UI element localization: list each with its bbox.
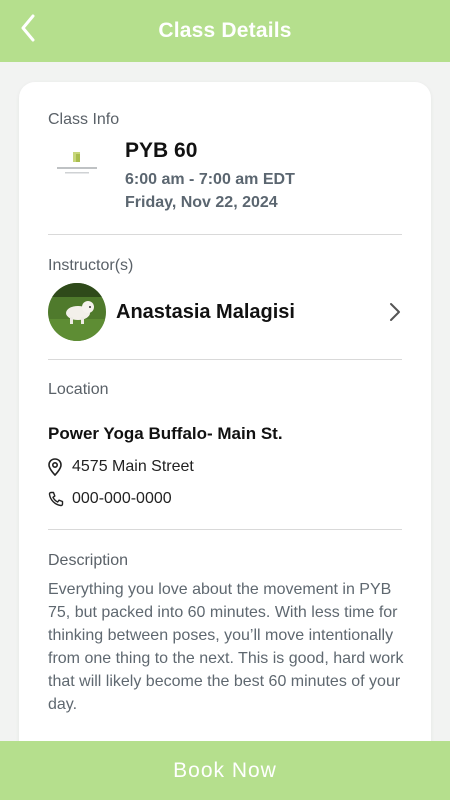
phone-text: 000-000-0000 (72, 490, 172, 507)
divider (48, 359, 402, 360)
class-info-label: Class Info (48, 111, 120, 128)
back-button[interactable] (14, 11, 42, 45)
phone-line[interactable]: 000-000-0000 (48, 490, 172, 508)
instructor-name: Anastasia Malagisi (116, 300, 295, 323)
divider (48, 529, 402, 530)
chevron-left-icon (21, 14, 35, 42)
app-header: Class Details (0, 0, 450, 62)
page-title: Class Details (158, 19, 292, 42)
class-details-card: Class Info PYB 60 6:00 am - 7:00 am EDT … (19, 82, 431, 782)
map-pin-icon (48, 458, 64, 476)
address-line: 4575 Main Street (48, 458, 194, 476)
location-name: Power Yoga Buffalo- Main St. (48, 424, 283, 443)
class-time: 6:00 am - 7:00 am EDT (125, 171, 295, 188)
avatar (48, 283, 106, 341)
description-label: Description (48, 552, 129, 569)
book-now-button[interactable]: Book Now (0, 741, 450, 800)
class-name: PYB 60 (125, 139, 198, 162)
location-label: Location (48, 381, 109, 398)
instructor-row[interactable]: Anastasia Malagisi (48, 282, 404, 342)
divider (48, 234, 402, 235)
power-yoga-logo (57, 152, 97, 174)
book-now-label: Book Now (173, 758, 277, 782)
address-text: 4575 Main Street (72, 458, 194, 475)
instructor-label: Instructor(s) (48, 257, 134, 274)
description-text: Everything you love about the movement i… (48, 581, 404, 713)
phone-icon (48, 490, 64, 508)
chevron-right-icon (386, 301, 404, 323)
class-date: Friday, Nov 22, 2024 (125, 194, 278, 211)
